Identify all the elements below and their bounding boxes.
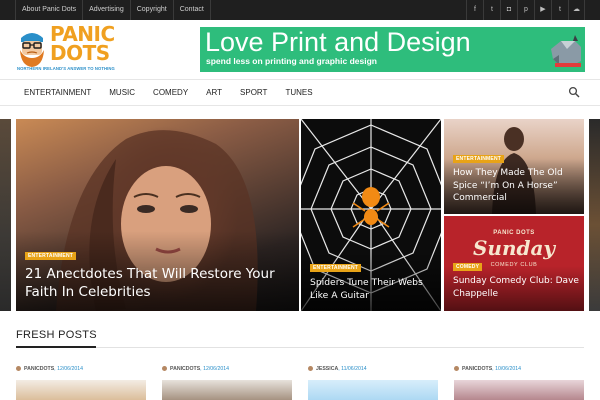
nav-item-art[interactable]: ART xyxy=(206,80,222,105)
post-meta: JESSICA, 11/06/2014 xyxy=(308,366,367,374)
post-thumbnail[interactable] xyxy=(454,380,584,400)
logo-tagline: NORTHERN IRELAND'S ANSWER TO NOTHING xyxy=(17,66,115,71)
nav-item-tunes[interactable]: TUNES xyxy=(285,80,312,105)
post-thumbnail[interactable] xyxy=(162,380,292,400)
featured-post-4[interactable]: PANIC DOTS Sunday COMEDY CLUB COMEDY Sun… xyxy=(444,216,584,311)
category-badge[interactable]: ENTERTAINMENT xyxy=(310,264,362,272)
post-meta: PANICDOTS, 12/06/2014 xyxy=(162,366,229,374)
post-date: , 10/06/2014 xyxy=(492,366,522,372)
nav-item-music[interactable]: MUSIC xyxy=(109,80,135,105)
category-badge[interactable]: ENTERTAINMENT xyxy=(25,252,77,260)
banner-subtitle: spend less on printing and graphic desig… xyxy=(206,56,377,66)
nav-item-sport[interactable]: SPORT xyxy=(240,80,267,105)
top-bar: About Panic Dots Advertising Copyright C… xyxy=(0,0,600,20)
section-heading: FRESH POSTS xyxy=(16,329,97,341)
post-author[interactable]: PANICDOTS xyxy=(462,366,492,372)
featured-title-4[interactable]: Sunday Comedy Club: Dave Chappelle xyxy=(453,275,581,300)
author-avatar xyxy=(308,366,313,371)
post-thumbnail[interactable] xyxy=(16,380,146,400)
post-author[interactable]: JESSICA xyxy=(316,366,338,372)
post-date: , 12/06/2014 xyxy=(200,366,230,372)
site-logo[interactable]: PANIC DOTS NORTHERN IRELAND'S ANSWER TO … xyxy=(16,24,124,76)
post-author[interactable]: PANICDOTS xyxy=(170,366,200,372)
logo-face-icon xyxy=(20,33,44,67)
section-divider xyxy=(16,347,584,348)
banner-ad[interactable]: Love Print and Design spend less on prin… xyxy=(200,27,585,72)
facebook-icon[interactable]: f xyxy=(466,0,483,20)
top-link-advertising[interactable]: Advertising xyxy=(82,0,130,20)
banner-title: Love Print and Design xyxy=(205,27,471,57)
comedy-image-line2: Sunday xyxy=(472,236,556,260)
soundcloud-icon[interactable]: ☁ xyxy=(568,0,585,20)
pinterest-icon[interactable]: p xyxy=(517,0,534,20)
post-date: , 12/06/2014 xyxy=(54,366,84,372)
instagram-icon[interactable]: ◘ xyxy=(500,0,517,20)
featured-post-3[interactable]: ENTERTAINMENT How They Made The Old Spic… xyxy=(444,119,584,214)
post-thumbnail[interactable] xyxy=(308,380,438,400)
post-meta: PANICDOTS, 10/06/2014 xyxy=(454,366,521,374)
category-badge[interactable]: ENTERTAINMENT xyxy=(453,155,505,163)
post-date: , 11/06/2014 xyxy=(338,366,367,372)
section-heading-underline xyxy=(16,346,96,348)
slider-prev-peek[interactable] xyxy=(0,119,11,311)
author-avatar xyxy=(16,366,21,371)
top-link-copyright[interactable]: Copyright xyxy=(129,0,173,20)
rhino-ink-icon xyxy=(551,35,581,67)
featured-title-2[interactable]: Spiders Tune Their Webs Like A Guitar xyxy=(310,277,436,302)
featured-title-3[interactable]: How They Made The Old Spice “I’m On A Ho… xyxy=(453,167,581,205)
author-avatar xyxy=(454,366,459,371)
featured-post-1[interactable]: ENTERTAINMENT 21 Anectdotes That Will Re… xyxy=(16,119,299,311)
featured-title-1[interactable]: 21 Anectdotes That Will Restore Your Fai… xyxy=(25,265,285,301)
featured-grid: ENTERTAINMENT 21 Anectdotes That Will Re… xyxy=(0,119,600,311)
nav-item-comedy[interactable]: COMEDY xyxy=(153,80,188,105)
nav-item-entertainment[interactable]: ENTERTAINMENT xyxy=(24,80,91,105)
top-link-contact[interactable]: Contact xyxy=(172,0,211,20)
twitter-icon[interactable]: t xyxy=(483,0,500,20)
main-nav: ENTERTAINMENT MUSIC COMEDY ART SPORT TUN… xyxy=(0,79,600,106)
top-nav: About Panic Dots Advertising Copyright C… xyxy=(15,0,211,20)
top-link-about[interactable]: About Panic Dots xyxy=(15,0,82,20)
slider-next-peek[interactable] xyxy=(589,119,600,311)
youtube-icon[interactable]: ▶ xyxy=(534,0,551,20)
author-avatar xyxy=(162,366,167,371)
tumblr-icon[interactable]: t xyxy=(551,0,568,20)
search-icon[interactable] xyxy=(568,86,580,98)
logo-line2: DOTS xyxy=(50,41,110,65)
social-links: f t ◘ p ▶ t ☁ xyxy=(466,0,585,20)
post-author[interactable]: PANICDOTS xyxy=(24,366,54,372)
post-meta: PANICDOTS, 12/06/2014 xyxy=(16,366,83,374)
featured-post-2[interactable]: ENTERTAINMENT Spiders Tune Their Webs Li… xyxy=(301,119,441,311)
logo-wordmark: PANIC DOTS xyxy=(50,24,115,65)
category-badge[interactable]: COMEDY xyxy=(453,263,483,271)
